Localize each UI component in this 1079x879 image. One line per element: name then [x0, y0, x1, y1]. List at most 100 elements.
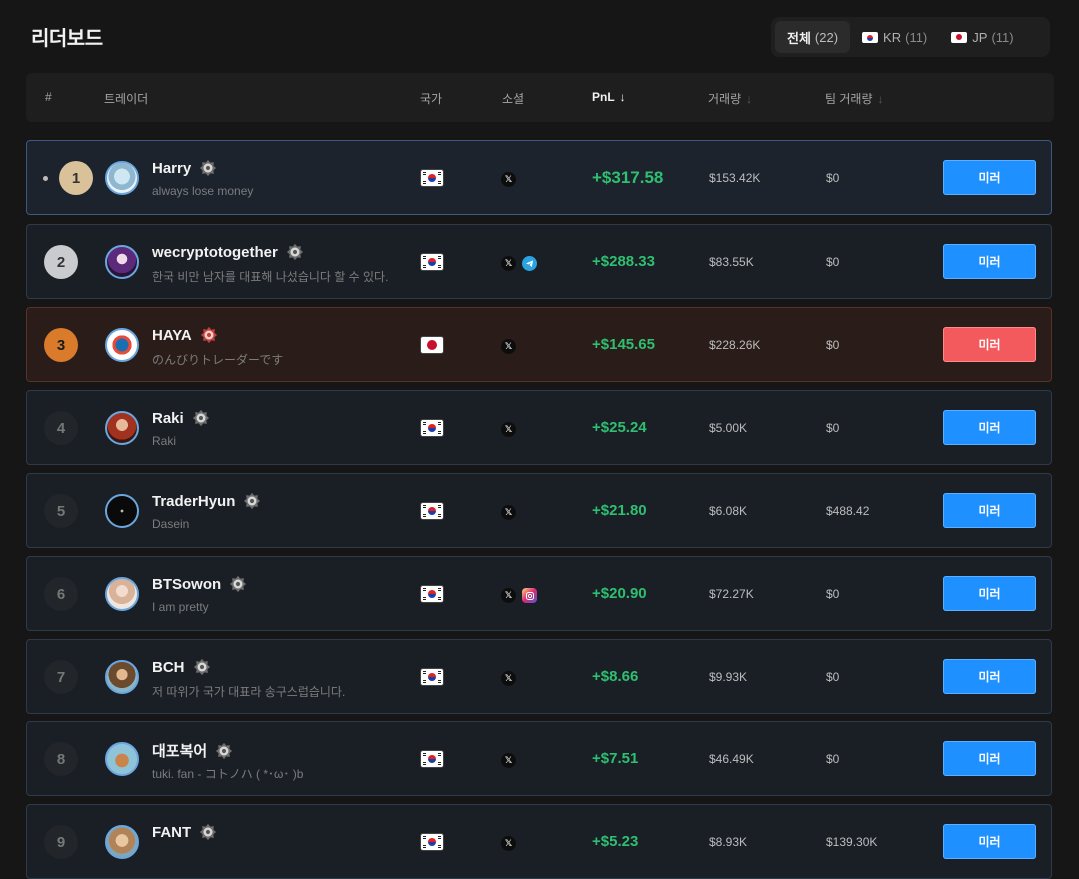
pnl-value: +$145.65 — [592, 336, 655, 353]
pnl-value: +$25.24 — [592, 419, 647, 436]
tab-jp-label: JP — [972, 29, 988, 45]
mirror-button[interactable]: 미러 — [943, 493, 1036, 528]
tab-all-label: 전체 — [787, 30, 811, 46]
avatar[interactable] — [105, 825, 139, 859]
table-row: 9 FANT 𝕏 +$5.23 $8.93K $139.30K 미러 — [26, 804, 1052, 879]
x-icon[interactable]: 𝕏 — [501, 172, 516, 187]
trader-bio: always lose money — [152, 184, 254, 198]
col-rank: # — [45, 90, 52, 104]
social-links: 𝕏 — [501, 256, 537, 271]
rank-medal-icon — [215, 742, 233, 760]
col-volume-label: 거래량 — [708, 92, 742, 106]
rank-badge: 9 — [44, 825, 78, 859]
trader-name[interactable]: FANT — [152, 824, 191, 841]
x-icon[interactable]: 𝕏 — [501, 836, 516, 851]
table-row: 8 대포복어 tuki. fan - コトノハ ( *･ω･ )b 𝕏 +$7.51 $4… — [26, 721, 1052, 796]
col-pnl[interactable]: PnL ↓ — [592, 90, 626, 104]
x-icon[interactable]: 𝕏 — [501, 588, 516, 603]
col-pnl-label: PnL — [592, 90, 615, 104]
trader-name-group: BCH — [152, 658, 211, 676]
avatar[interactable] — [105, 161, 139, 195]
avatar[interactable] — [105, 494, 139, 528]
rank-medal-icon — [286, 243, 304, 261]
trader-name-group: wecryptotogether — [152, 243, 304, 261]
trader-name[interactable]: BTSowon — [152, 576, 221, 593]
korea-flag-icon — [421, 503, 443, 519]
trader-bio: tuki. fan - コトノハ ( *･ω･ )b — [152, 767, 304, 781]
trader-name-group: FANT — [152, 823, 217, 841]
avatar[interactable] — [105, 245, 139, 279]
trader-bio: 저 따위가 국가 대표라 송구스럽습니다. — [152, 685, 346, 699]
volume-value: $5.00K — [709, 421, 748, 435]
x-icon[interactable]: 𝕏 — [501, 671, 516, 686]
korea-flag-icon — [862, 31, 879, 43]
trader-name-group: 대포복어 — [152, 740, 233, 761]
trader-bio: のんびりトレーダーです — [152, 353, 284, 367]
team-volume-value: $0 — [826, 670, 840, 684]
avatar[interactable] — [105, 742, 139, 776]
rank-medal-red-icon — [200, 326, 218, 344]
x-icon[interactable]: 𝕏 — [501, 753, 516, 768]
tab-all-count: (22) — [814, 29, 839, 45]
volume-value: $228.26K — [709, 338, 761, 352]
team-volume-value: $0 — [826, 752, 840, 766]
trader-name[interactable]: HAYA — [152, 327, 192, 344]
trader-name[interactable]: Harry — [152, 160, 191, 177]
mirror-button[interactable]: 미러 — [943, 741, 1036, 776]
table-row: 5 TraderHyun Dasein 𝕏 +$21.80 $6.08K $488.42 미러 — [26, 473, 1052, 548]
mirror-button[interactable]: 미러 — [943, 824, 1036, 859]
social-links: 𝕏 — [501, 671, 516, 686]
korea-flag-icon — [421, 586, 443, 602]
mirror-button[interactable]: 미러 — [943, 576, 1036, 611]
rank-badge: 5 — [44, 494, 78, 528]
col-trader: 트레이더 — [104, 92, 149, 106]
team-volume-value: $0 — [826, 421, 840, 435]
tab-kr[interactable]: KR (11) — [850, 21, 939, 53]
telegram-icon[interactable] — [522, 256, 537, 271]
instagram-icon[interactable] — [522, 588, 537, 603]
tab-jp[interactable]: JP (11) — [939, 21, 1025, 53]
volume-value: $46.49K — [709, 752, 754, 766]
rank-badge: 6 — [44, 577, 78, 611]
rank-medal-icon — [199, 159, 217, 177]
korea-flag-icon — [421, 669, 443, 685]
trader-name[interactable]: BCH — [152, 659, 185, 676]
x-icon[interactable]: 𝕏 — [501, 256, 516, 271]
table-row: 1 Harry always lose money 𝕏 +$317.58 $153.42K… — [26, 140, 1052, 215]
rank-medal-icon — [229, 575, 247, 593]
mirror-button[interactable]: 미러 — [943, 244, 1036, 279]
pnl-value: +$20.90 — [592, 585, 647, 602]
col-volume[interactable]: 거래량 ↓ — [708, 90, 752, 107]
x-icon[interactable]: 𝕏 — [501, 422, 516, 437]
trader-name[interactable]: 대포복어 — [152, 740, 207, 761]
tab-jp-count: (11) — [991, 29, 1014, 45]
mirror-button[interactable]: 미러 — [943, 160, 1036, 195]
social-links: 𝕏 — [501, 339, 516, 354]
sort-desc-icon: ↓ — [619, 90, 626, 104]
trader-name[interactable]: wecryptotogether — [152, 244, 278, 261]
x-icon[interactable]: 𝕏 — [501, 505, 516, 520]
korea-flag-icon — [421, 254, 443, 270]
social-links: 𝕏 — [501, 422, 516, 437]
table-row: 7 BCH 저 따위가 국가 대표라 송구스럽습니다. 𝕏 +$8.66 $9.93K $0… — [26, 639, 1052, 714]
trader-name[interactable]: Raki — [152, 410, 184, 427]
japan-flag-icon — [951, 31, 968, 43]
rank-medal-icon — [243, 492, 261, 510]
social-links: 𝕏 — [501, 588, 537, 603]
col-team-volume[interactable]: 팀 거래량 ↓ — [825, 90, 884, 107]
trader-name-group: TraderHyun — [152, 492, 261, 510]
tab-all[interactable]: 전체 (22) — [775, 21, 851, 53]
tab-kr-count: (11) — [905, 29, 928, 45]
mirror-button[interactable]: 미러 — [943, 327, 1036, 362]
mirror-button[interactable]: 미러 — [943, 410, 1036, 445]
avatar[interactable] — [105, 577, 139, 611]
trader-name[interactable]: TraderHyun — [152, 493, 235, 510]
avatar[interactable] — [105, 328, 139, 362]
trader-bio: I am pretty — [152, 600, 209, 614]
mirror-button[interactable]: 미러 — [943, 659, 1036, 694]
x-icon[interactable]: 𝕏 — [501, 339, 516, 354]
avatar[interactable] — [105, 411, 139, 445]
rank-badge: 3 — [44, 328, 78, 362]
avatar[interactable] — [105, 660, 139, 694]
korea-flag-icon — [421, 751, 443, 767]
